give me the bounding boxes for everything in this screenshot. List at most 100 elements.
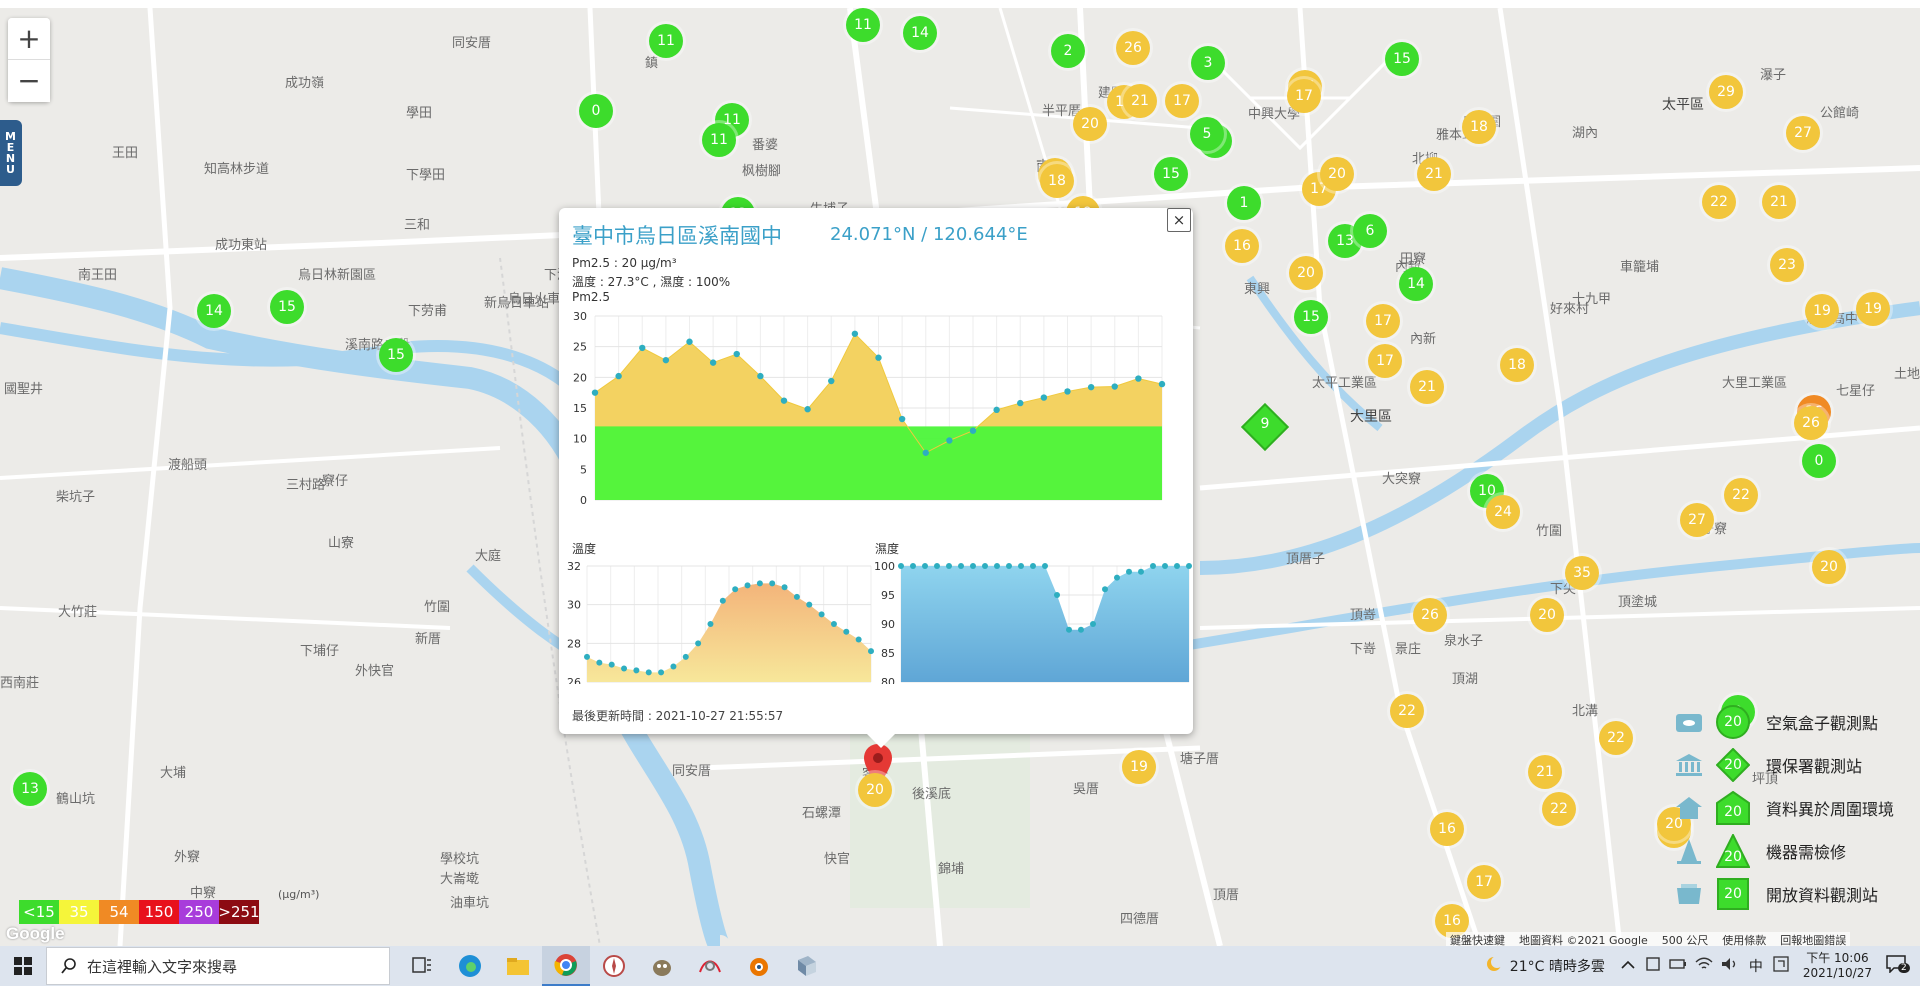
sensor-marker[interactable]: 19 bbox=[1805, 294, 1839, 328]
sensor-marker[interactable]: 11 bbox=[702, 123, 736, 157]
sensor-marker[interactable]: 18 bbox=[1500, 348, 1534, 382]
sensor-marker[interactable]: 1 bbox=[1227, 186, 1261, 220]
sensor-marker[interactable]: 20 bbox=[1812, 550, 1846, 584]
sensor-marker[interactable]: 17 bbox=[1287, 79, 1321, 113]
sensor-marker[interactable]: 17 bbox=[1165, 84, 1199, 118]
sensor-marker[interactable]: 29 bbox=[1709, 75, 1743, 109]
start-button[interactable] bbox=[0, 946, 46, 986]
taskbar-search-box[interactable]: 在這裡輸入文字來搜尋 bbox=[46, 947, 390, 985]
sensor-marker[interactable]: 16 bbox=[1225, 229, 1259, 263]
sensor-marker[interactable]: 23 bbox=[1770, 248, 1804, 282]
sensor-marker[interactable]: 6 bbox=[1353, 214, 1387, 248]
pin-station-marker[interactable]: 20 bbox=[858, 773, 892, 807]
sensor-marker[interactable]: 18 bbox=[1040, 164, 1074, 198]
sensor-marker[interactable]: 22 bbox=[1599, 721, 1633, 755]
zoom-out-button[interactable]: − bbox=[8, 60, 50, 102]
chrome-browser-icon[interactable] bbox=[542, 946, 590, 986]
weather-status[interactable]: 21°C 晴時多雲 bbox=[1510, 956, 1605, 976]
gimp-icon[interactable] bbox=[638, 946, 686, 986]
wifi-icon[interactable] bbox=[1695, 957, 1713, 975]
sensor-marker[interactable]: 16 bbox=[1430, 812, 1464, 846]
data-point bbox=[1150, 563, 1156, 569]
task-view-icon[interactable] bbox=[398, 946, 446, 986]
sensor-marker[interactable]: 11 bbox=[649, 24, 683, 58]
sensor-marker[interactable]: 0 bbox=[1802, 444, 1836, 478]
sensor-marker[interactable]: 15 bbox=[1154, 157, 1188, 191]
y-tick-label: 85 bbox=[881, 647, 895, 660]
sensor-marker[interactable]: 14 bbox=[197, 294, 231, 328]
y-tick-label: 95 bbox=[881, 589, 895, 602]
battery-icon[interactable] bbox=[1669, 958, 1687, 974]
sensor-marker[interactable]: 0 bbox=[579, 94, 613, 128]
blender-icon[interactable] bbox=[734, 946, 782, 986]
sensor-marker[interactable]: 20 bbox=[1320, 157, 1354, 191]
sensor-marker[interactable]: 17 bbox=[1368, 344, 1402, 378]
map-place-label: 吳厝 bbox=[1073, 782, 1100, 797]
sensor-marker[interactable]: 17 bbox=[1467, 865, 1501, 899]
legend-maintenance: 20 機器需檢修 bbox=[1674, 829, 1894, 872]
aqi-level: 35 bbox=[59, 900, 99, 924]
map-place-label: 好來村 bbox=[1550, 302, 1590, 317]
file-explorer-icon[interactable] bbox=[494, 946, 542, 986]
compass-app-icon[interactable] bbox=[590, 946, 638, 986]
sensor-marker[interactable]: 22 bbox=[1390, 694, 1424, 728]
sensor-marker[interactable]: 21 bbox=[1417, 157, 1451, 191]
sensor-marker[interactable]: 21 bbox=[1123, 84, 1157, 118]
sensor-marker[interactable]: 18 bbox=[1462, 110, 1496, 144]
sketchup-icon[interactable] bbox=[782, 946, 830, 986]
data-point bbox=[982, 563, 988, 569]
sensor-marker[interactable]: 15 bbox=[1385, 42, 1419, 76]
sensor-marker[interactable]: 3 bbox=[1191, 46, 1225, 80]
sensor-marker[interactable]: 26 bbox=[1413, 598, 1447, 632]
sensor-marker[interactable]: 24 bbox=[1486, 495, 1520, 529]
sensor-marker[interactable]: 21 bbox=[1410, 370, 1444, 404]
sensor-marker[interactable]: 26 bbox=[1794, 406, 1828, 440]
sensor-marker[interactable]: 20 bbox=[1289, 256, 1323, 290]
sensor-marker[interactable]: 20 bbox=[1073, 107, 1107, 141]
legend-label: 資料異於周圍環境 bbox=[1766, 799, 1895, 819]
sensor-marker[interactable]: 26 bbox=[1116, 31, 1150, 65]
sensor-marker[interactable]: 21 bbox=[1762, 185, 1796, 219]
map-place-label: 土地 bbox=[1894, 367, 1920, 382]
sensor-marker[interactable]: 14 bbox=[903, 16, 937, 50]
sensor-marker[interactable]: 22 bbox=[1724, 478, 1758, 512]
sensor-marker[interactable]: 19 bbox=[1122, 750, 1156, 784]
pm25-point bbox=[946, 437, 953, 444]
menu-tab[interactable]: M E N U bbox=[0, 120, 22, 186]
sensor-marker[interactable]: 2 bbox=[1051, 34, 1085, 68]
sensor-marker[interactable]: 15 bbox=[379, 338, 413, 372]
sensor-marker[interactable]: 20 bbox=[1530, 598, 1564, 632]
sensor-marker[interactable]: 22 bbox=[1542, 792, 1576, 826]
sensor-marker[interactable]: 21 bbox=[1528, 755, 1562, 789]
edge-browser-icon[interactable] bbox=[446, 946, 494, 986]
sensor-marker[interactable]: 22 bbox=[1702, 185, 1736, 219]
sensor-marker[interactable]: 14 bbox=[1399, 267, 1433, 301]
sensor-marker[interactable]: 13 bbox=[13, 772, 47, 806]
data-point bbox=[633, 667, 640, 674]
sensor-marker[interactable]: 11 bbox=[846, 8, 880, 42]
sensor-marker[interactable]: 15 bbox=[1294, 300, 1328, 334]
map-place-label: 大埔 bbox=[160, 766, 187, 781]
sensor-marker[interactable]: 35 bbox=[1565, 556, 1599, 590]
input-mode-icon[interactable] bbox=[1773, 956, 1789, 976]
zoom-in-button[interactable]: + bbox=[8, 18, 50, 60]
legend-epa: 20 環保署觀測站 bbox=[1674, 743, 1894, 786]
sensor-marker[interactable]: 15 bbox=[270, 290, 304, 324]
sensor-marker[interactable]: 27 bbox=[1786, 116, 1820, 150]
notification-icon[interactable]: 2 bbox=[1886, 955, 1910, 977]
map-place-label: 成功東站 bbox=[215, 238, 268, 253]
sensor-marker[interactable]: 19 bbox=[1856, 292, 1890, 326]
map-place-label: 三和 bbox=[404, 218, 431, 233]
tray-app-icon[interactable] bbox=[1645, 956, 1661, 976]
inkscape-icon[interactable] bbox=[686, 946, 734, 986]
sensor-marker[interactable]: 17 bbox=[1366, 304, 1400, 338]
sensor-marker[interactable]: 5 bbox=[1190, 117, 1224, 151]
ime-indicator[interactable]: 中 bbox=[1749, 956, 1763, 976]
map-place-label: 大里區 bbox=[1350, 409, 1392, 425]
volume-icon[interactable] bbox=[1721, 957, 1739, 975]
sensor-marker[interactable]: 27 bbox=[1680, 503, 1714, 537]
taskbar-clock[interactable]: 下午 10:06 2021/10/27 bbox=[1803, 951, 1872, 981]
chevron-up-icon[interactable] bbox=[1621, 958, 1635, 974]
pm25-point bbox=[1064, 388, 1071, 395]
popup-close-button[interactable]: × bbox=[1167, 208, 1191, 232]
